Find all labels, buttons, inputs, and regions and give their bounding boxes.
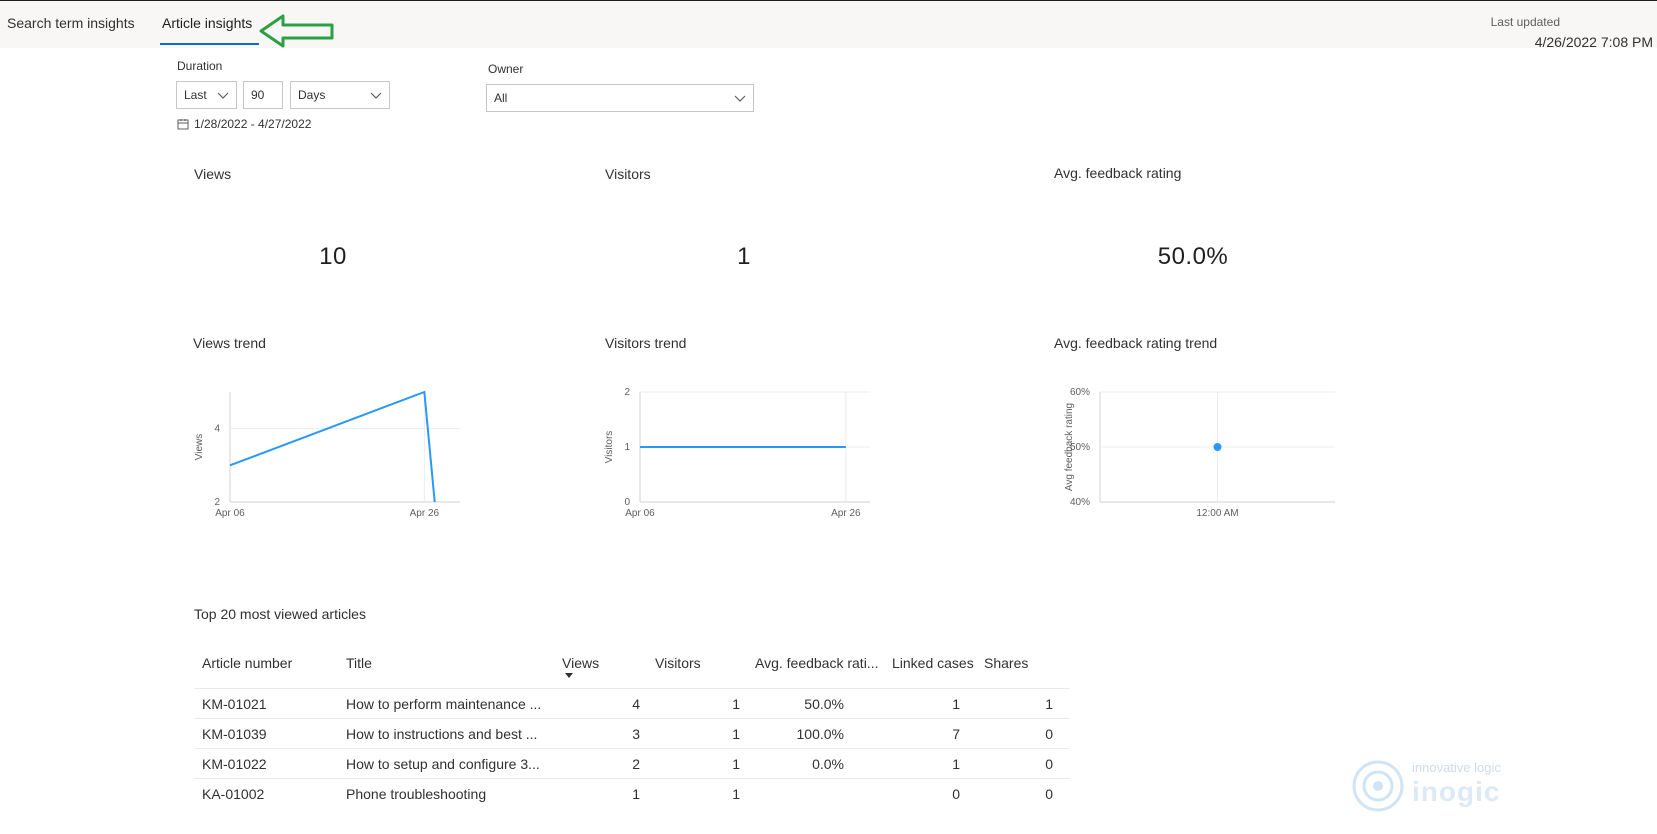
column-header-visitors[interactable]: Visitors — [655, 655, 701, 671]
duration-qualifier-dropdown[interactable]: Last — [176, 81, 237, 109]
feedback-kpi-value: 50.0% — [1157, 243, 1229, 270]
y-axis-label: Views — [194, 434, 205, 461]
x-tick-label: Apr 26 — [410, 508, 440, 519]
annotation-arrow-icon — [259, 14, 334, 48]
table-row[interactable]: KM-01021 How to perform maintenance ... … — [194, 688, 1070, 718]
cell-title[interactable]: How to perform maintenance ... — [346, 696, 541, 712]
watermark-logo: innovative logic inogic — [1350, 756, 1540, 816]
column-header-article-number[interactable]: Article number — [202, 655, 292, 671]
last-updated-value: 4/26/2022 7:08 PM — [1534, 34, 1653, 50]
tab-article-insights[interactable]: Article insights — [162, 15, 252, 31]
duration-label: Duration — [177, 59, 223, 73]
top-tab-bar: Search term insights Article insights La… — [0, 0, 1657, 50]
owner-value: All — [494, 91, 508, 105]
cell-title[interactable]: How to instructions and best ... — [346, 726, 537, 742]
y-axis-label: Visitors — [604, 431, 615, 464]
column-header-views[interactable]: Views — [562, 655, 600, 678]
cell-shares: 1 — [1045, 696, 1053, 712]
cell-article-number[interactable]: KA-01002 — [202, 786, 264, 802]
cell-shares: 0 — [1045, 756, 1053, 772]
cell-views: 3 — [632, 726, 640, 742]
table-row[interactable]: KM-01022 How to setup and configure 3...… — [194, 748, 1070, 778]
y-tick-label: 0 — [624, 497, 630, 508]
data-point — [1213, 443, 1222, 451]
x-tick-label: 12:00 AM — [1196, 508, 1238, 519]
cell-article-number[interactable]: KM-01022 — [202, 756, 267, 772]
chevron-down-icon — [217, 92, 229, 99]
duration-unit-dropdown[interactable]: Days — [290, 81, 390, 109]
cell-linked-cases: 1 — [952, 696, 960, 712]
y-tick-label: 4 — [214, 424, 220, 435]
x-tick-label: Apr 06 — [625, 508, 655, 519]
visitors-trend-title: Visitors trend — [605, 335, 687, 351]
column-header-views-label: Views — [562, 655, 600, 671]
date-range: 1/28/2022 - 4/27/2022 — [177, 117, 311, 131]
y-tick-label: 60% — [1070, 387, 1090, 398]
cell-visitors: 1 — [732, 756, 740, 772]
cell-article-number[interactable]: KM-01039 — [202, 726, 267, 742]
owner-label: Owner — [488, 62, 524, 76]
cell-visitors: 1 — [732, 786, 740, 802]
visitors-kpi-title: Visitors — [605, 166, 651, 182]
cell-views: 1 — [632, 786, 640, 802]
cell-title[interactable]: Phone troubleshooting — [346, 786, 486, 802]
date-range-text: 1/28/2022 - 4/27/2022 — [194, 117, 312, 131]
y-tick-label: 2 — [214, 497, 220, 508]
cell-feedback: 0.0% — [812, 756, 844, 772]
x-tick-label: Apr 06 — [215, 508, 245, 519]
cell-article-number[interactable]: KM-01021 — [202, 696, 267, 712]
chevron-down-icon — [370, 92, 382, 99]
tab-search-term-insights[interactable]: Search term insights — [7, 15, 135, 31]
x-tick-label: Apr 26 — [831, 508, 861, 519]
cell-feedback: 100.0% — [796, 726, 844, 742]
table-row[interactable]: KM-01039 How to instructions and best ..… — [194, 718, 1070, 748]
column-header-shares[interactable]: Shares — [984, 655, 1028, 671]
y-tick-label: 40% — [1070, 497, 1090, 508]
views-trend-title: Views trend — [193, 335, 266, 351]
y-tick-label: 1 — [624, 442, 630, 453]
y-tick-label: 2 — [624, 387, 630, 398]
table-title: Top 20 most viewed articles — [194, 606, 366, 622]
chevron-down-icon — [734, 95, 746, 102]
feedback-kpi-title: Avg. feedback rating — [1054, 165, 1182, 181]
cell-linked-cases: 0 — [952, 786, 960, 802]
cell-title[interactable]: How to setup and configure 3... — [346, 756, 540, 772]
duration-qualifier-value: Last — [184, 88, 207, 102]
duration-unit-value: Days — [298, 88, 326, 102]
last-updated-label: Last updated — [1490, 15, 1560, 29]
cell-visitors: 1 — [732, 726, 740, 742]
cell-shares: 0 — [1045, 786, 1053, 802]
watermark-brand: inogic — [1412, 776, 1501, 807]
y-axis-label: Avg feedback rating — [1064, 403, 1075, 491]
cell-linked-cases: 1 — [952, 756, 960, 772]
views-kpi-value: 10 — [319, 243, 347, 270]
cell-feedback: 50.0% — [804, 696, 844, 712]
feedback-trend-title: Avg. feedback rating trend — [1054, 335, 1218, 351]
sort-descending-icon — [565, 673, 573, 678]
series-line — [229, 390, 436, 503]
table-row[interactable]: KA-01002 Phone troubleshooting 1 1 0 0 — [194, 778, 1070, 808]
cell-linked-cases: 7 — [952, 726, 960, 742]
owner-dropdown[interactable]: All — [486, 84, 754, 112]
active-tab-indicator — [160, 43, 259, 45]
feedback-trend-chart: 40%50%60%12:00 AMAvg feedback rating — [1064, 387, 1335, 519]
cell-views: 2 — [632, 756, 640, 772]
duration-amount-value: 90 — [251, 88, 265, 102]
cell-views: 4 — [632, 696, 640, 712]
column-header-title[interactable]: Title — [346, 655, 372, 671]
cell-visitors: 1 — [732, 696, 740, 712]
views-kpi-title: Views — [194, 166, 232, 182]
watermark-tagline: innovative logic — [1412, 760, 1501, 775]
calendar-icon — [177, 119, 189, 130]
column-header-linked-cases[interactable]: Linked cases — [892, 655, 974, 671]
views-trend-chart: 2 4 Apr 06 Apr 26 Views — [194, 390, 460, 519]
visitors-trend-chart: 0 1 2 Apr 06 Apr 26 Visitors — [604, 387, 870, 519]
duration-amount-input[interactable]: 90 — [243, 81, 283, 109]
visitors-kpi-value: 1 — [737, 243, 751, 270]
column-header-feedback[interactable]: Avg. feedback rati... — [755, 655, 878, 671]
cell-shares: 0 — [1045, 726, 1053, 742]
